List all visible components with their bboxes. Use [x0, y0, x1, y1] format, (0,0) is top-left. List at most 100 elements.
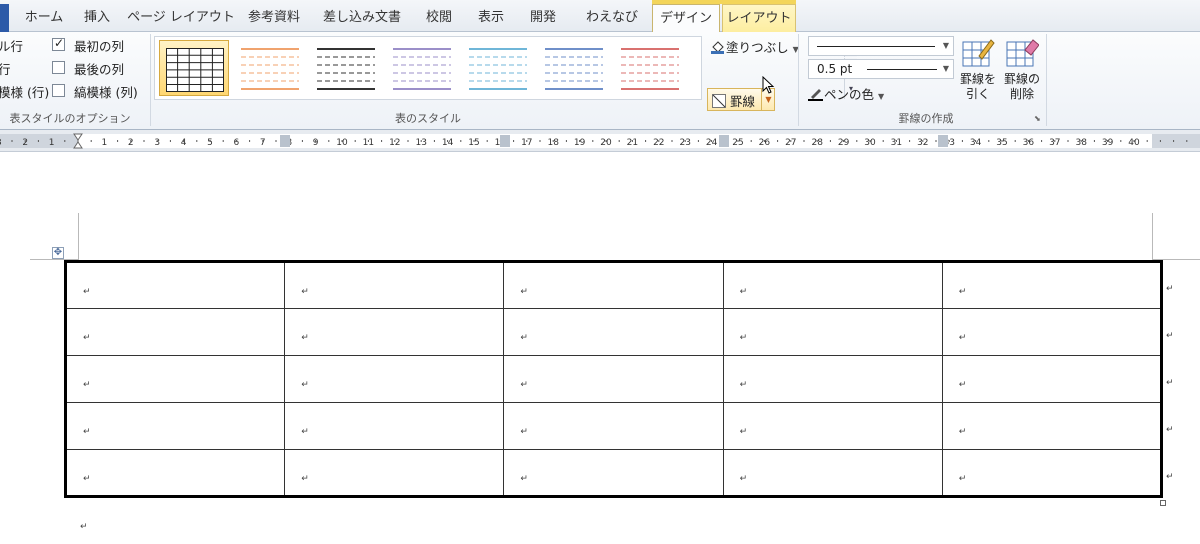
- cell-end-mark: ↵: [520, 380, 528, 390]
- line-weight-value: 0.5 pt: [817, 62, 853, 76]
- ruler-label: 2: [128, 138, 134, 148]
- table-style-swatch-red[interactable]: [615, 40, 685, 96]
- table-cell[interactable]: ↵: [503, 402, 724, 450]
- line-weight-dropdown-icon[interactable]: ▼: [943, 60, 949, 78]
- line-weight-dropdown[interactable]: 0.5 pt ▼: [808, 59, 954, 79]
- table-cell[interactable]: ↵: [503, 355, 724, 403]
- table-cell[interactable]: ↵: [284, 261, 505, 309]
- borders-label: 罫線: [730, 94, 756, 109]
- pen-color-button[interactable]: ペンの色 ▼: [808, 84, 884, 103]
- tab-references[interactable]: 参考資料: [240, 4, 308, 32]
- tab-insert[interactable]: 挿入: [74, 4, 120, 32]
- table-style-options-group-label: 表スタイルのオプション: [9, 112, 131, 125]
- horizontal-ruler[interactable]: 3211234567891011121314151617181920212223…: [0, 130, 1200, 152]
- first-column-checkbox[interactable]: [52, 36, 65, 51]
- table-cell[interactable]: ↵: [284, 402, 505, 450]
- row-end-mark: ↵: [1166, 378, 1174, 388]
- table-cell[interactable]: ↵: [284, 449, 505, 497]
- table-cell[interactable]: ↵: [722, 449, 943, 497]
- ruler-label: 35: [996, 138, 1007, 148]
- cell-end-mark: ↵: [520, 427, 528, 437]
- line-style-dropdown-icon[interactable]: ▼: [943, 37, 949, 55]
- banded-columns-checkbox[interactable]: [52, 84, 65, 97]
- document-table: ↵ ↵ ↵ ↵ ↵ ↵ ↵ ↵ ↵ ↵ ↵ ↵ ↵ ↵ ↵ ↵ ↵ ↵ ↵ ↵ ↵ ↵ ↵ ↵ ↵: [64, 260, 1163, 498]
- tab-view[interactable]: 表示: [468, 4, 514, 32]
- table-cell[interactable]: ↵: [503, 261, 724, 309]
- row-end-mark: ↵: [1166, 472, 1174, 482]
- cell-end-mark: ↵: [739, 474, 748, 484]
- cell-end-mark: ↵: [83, 427, 91, 437]
- table-style-swatch-blue[interactable]: [539, 40, 609, 96]
- table-cell[interactable]: ↵: [941, 402, 1163, 450]
- table-cell[interactable]: ↵: [64, 402, 286, 450]
- table-resize-handle[interactable]: [1160, 500, 1166, 506]
- tab-mailings[interactable]: 差し込み文書: [314, 4, 410, 32]
- tab-design[interactable]: デザイン: [652, 4, 720, 32]
- table-cell[interactable]: ↵: [941, 261, 1163, 309]
- ruler-label: 15: [468, 138, 479, 148]
- banded-rows-option-label[interactable]: 模様 (行): [0, 82, 49, 101]
- pen-color-dropdown-icon[interactable]: ▼: [878, 92, 884, 101]
- table-move-handle-icon[interactable]: ✥: [52, 247, 64, 259]
- table-style-swatch-light-orange[interactable]: [235, 40, 305, 96]
- eraser-label-line2: 削除: [1009, 87, 1034, 101]
- eraser-button[interactable]: 罫線の 削除: [1000, 36, 1044, 102]
- ruler-label: 4: [181, 138, 187, 148]
- ruler-label: 39: [1102, 138, 1114, 148]
- table-cell[interactable]: ↵: [722, 308, 943, 356]
- cell-end-mark: ↵: [520, 474, 528, 484]
- table-cell[interactable]: ↵: [503, 449, 724, 497]
- last-column-label[interactable]: 最後の列: [74, 59, 124, 78]
- pen-icon: [808, 87, 824, 101]
- table-cell[interactable]: ↵: [64, 355, 286, 403]
- draw-table-icon: [961, 36, 995, 68]
- group-separator: [798, 34, 799, 126]
- last-column-checkbox[interactable]: [52, 61, 65, 74]
- ruler-label: 30: [864, 138, 876, 148]
- border-icon: [712, 93, 726, 108]
- table-cell[interactable]: ↵: [284, 308, 505, 356]
- document-page[interactable]: ✥ ↵ ↵ ↵ ↵ ↵ ↵ ↵ ↵ ↵ ↵ ↵ ↵ ↵ ↵ ↵ ↵ ↵ ↵ ↵ ↵ ↵ ↵ ↵ ↵ ↵ ↵ ↵ ↵ ↵ ↵ ↵: [0, 153, 1200, 544]
- header-row-option-label[interactable]: ル行: [0, 36, 23, 55]
- ruler-label: 38: [1075, 138, 1087, 148]
- ruler-label: 5: [207, 138, 213, 148]
- tab-layout[interactable]: レイアウト: [722, 4, 796, 32]
- shading-button[interactable]: 塗りつぶし ▼: [710, 37, 799, 56]
- tab-review[interactable]: 校閲: [416, 4, 462, 32]
- column-marker: [500, 135, 510, 147]
- table-cell[interactable]: ↵: [941, 355, 1163, 403]
- ruler-label: 34: [970, 138, 982, 148]
- table-cell[interactable]: ↵: [722, 261, 943, 309]
- line-style-dropdown[interactable]: ▼: [808, 36, 954, 56]
- column-marker: [719, 135, 729, 147]
- table-cell[interactable]: ↵: [64, 449, 286, 497]
- table-cell[interactable]: ↵: [503, 308, 724, 356]
- file-tab[interactable]: [0, 4, 9, 32]
- tab-home[interactable]: ホーム: [14, 4, 74, 32]
- paragraph-mark: ↵: [80, 522, 88, 532]
- table-cell[interactable]: ↵: [941, 308, 1163, 356]
- table-style-swatch-lavender[interactable]: [387, 40, 457, 96]
- first-column-label[interactable]: 最初の列: [74, 36, 124, 55]
- tab-page-layout[interactable]: ページ レイアウト: [124, 4, 238, 32]
- banded-columns-label[interactable]: 縞模様 (列): [74, 82, 138, 101]
- draw-table-button[interactable]: 罫線を 引く: [956, 36, 1000, 102]
- table-cell[interactable]: ↵: [64, 261, 286, 309]
- table-cell[interactable]: ↵: [941, 449, 1163, 497]
- cell-end-mark: ↵: [958, 380, 967, 390]
- ruler-label: 26: [759, 138, 771, 148]
- eraser-icon: [1005, 36, 1040, 68]
- table-cell[interactable]: ↵: [64, 308, 286, 356]
- table-style-swatch-light-blue[interactable]: [463, 40, 533, 96]
- table-style-swatch-grid[interactable]: [159, 40, 229, 96]
- tab-developer[interactable]: 開発: [520, 4, 566, 32]
- cell-end-mark: ↵: [958, 333, 967, 343]
- table-cell[interactable]: ↵: [722, 355, 943, 403]
- table-cell[interactable]: ↵: [284, 355, 505, 403]
- table-style-swatch-dark-gray[interactable]: [311, 40, 381, 96]
- dialog-launcher-icon[interactable]: ⬊: [1034, 114, 1041, 123]
- table-cell[interactable]: ↵: [722, 402, 943, 450]
- total-row-option-label[interactable]: 行: [0, 59, 11, 78]
- shading-label: 塗りつぶし: [726, 40, 789, 55]
- tab-waenavi[interactable]: わえなび: [578, 4, 646, 32]
